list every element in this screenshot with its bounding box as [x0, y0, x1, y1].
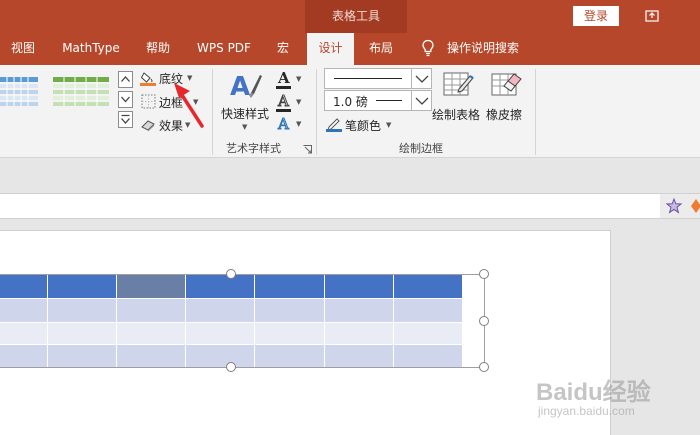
dropdown-divider [411, 91, 412, 110]
pen-color-button[interactable]: 笔颜色 ▼ [326, 115, 398, 135]
login-button[interactable]: 登录 [573, 6, 619, 26]
gallery-more-icon [121, 114, 130, 124]
dropdown-divider [411, 69, 412, 88]
annotation-arrow-icon [174, 83, 204, 128]
group-separator [535, 69, 536, 155]
ribbon: 底纹 ▼ 边框 ▼ 效果 ▼ A 快速样式 ▼ A ▼ A ▼ A ▼ 艺术字样… [0, 65, 700, 158]
selection-border [0, 274, 485, 368]
tab-view[interactable]: 视图 [0, 33, 46, 65]
pen-icon [326, 118, 342, 132]
text-effects-button[interactable]: A ▼ [276, 115, 306, 136]
watermark-url: jingyan.baidu.com [538, 404, 635, 418]
text-fill-icon: A [278, 69, 290, 87]
resize-handle-right[interactable] [479, 316, 489, 326]
right-tool-strip [660, 193, 700, 219]
tab-layout[interactable]: 布局 [359, 33, 403, 65]
ribbon-display-icon [645, 10, 659, 22]
tab-wps-pdf[interactable]: WPS PDF [188, 33, 260, 65]
text-outline-caret: ▼ [296, 98, 302, 106]
text-outline-button[interactable]: A ▼ [276, 92, 306, 114]
wordart-quick-styles-icon: A [230, 72, 262, 102]
draw-table-label: 绘制表格 [432, 108, 481, 122]
context-tab-group-label: 表格工具 [331, 9, 380, 23]
table-styles-gallery[interactable] [0, 73, 116, 131]
pen-weight-value: 1.0 磅 [333, 95, 368, 109]
effects-icon [141, 120, 155, 132]
watermark: Baidu经验 jingyan.baidu.com [530, 368, 700, 430]
pen-weight-dropdown[interactable]: 1.0 磅 [324, 90, 432, 111]
dialog-launcher-icon[interactable] [303, 145, 312, 154]
resize-handle-bottom[interactable] [226, 362, 236, 372]
pen-color-caret: ▼ [386, 121, 392, 129]
text-outline-color-bar [276, 109, 291, 112]
eraser-button[interactable]: 橡皮擦 [486, 69, 526, 122]
gallery-more-button[interactable] [118, 111, 133, 128]
wordart-styles-group-label: 艺术字样式 [226, 142, 281, 155]
text-fill-button[interactable]: A ▼ [276, 69, 306, 91]
tab-macro[interactable]: 宏 [268, 33, 298, 65]
gallery-scroll-down-button[interactable] [118, 91, 133, 108]
resize-handle-bottom-right[interactable] [479, 362, 489, 372]
draw-table-button[interactable]: 绘制表格 [432, 69, 484, 122]
table-style-thumbnails [0, 77, 109, 106]
resize-handle-top-right[interactable] [479, 269, 489, 279]
draw-table-icon [443, 72, 474, 96]
text-effects-caret: ▼ [296, 120, 302, 128]
draw-borders-group-label: 绘制边框 [399, 142, 443, 155]
quick-styles-label: 快速样式 [221, 107, 270, 121]
paint-bucket-icon [140, 72, 156, 86]
ribbon-gap-area [0, 158, 700, 193]
workspace-strip [0, 193, 660, 219]
resize-handle-top[interactable] [226, 269, 236, 279]
chevron-up-icon [121, 76, 130, 82]
pin-star-icon[interactable] [665, 197, 683, 215]
group-separator [212, 69, 213, 155]
title-bar: 表格工具 登录 视图 MathType 帮助 WPS PDF 宏 设计 布局 操… [0, 0, 700, 65]
quick-styles-button[interactable]: A 快速样式 ▼ [218, 69, 272, 139]
pen-style-dropdown[interactable] [324, 68, 432, 89]
context-tab-group: 表格工具 [305, 0, 407, 33]
text-outline-icon: A [278, 92, 290, 111]
quick-styles-caret: ▼ [242, 123, 248, 131]
chevron-down-icon [415, 97, 429, 105]
group-separator [316, 69, 317, 155]
lightbulb-icon [422, 39, 434, 57]
tab-help[interactable]: 帮助 [136, 33, 180, 65]
svg-text:A: A [230, 72, 250, 102]
pen-color-label: 笔颜色 [345, 119, 382, 133]
borders-icon [141, 94, 156, 109]
pen-weight-line [376, 100, 402, 101]
text-fill-color-bar [276, 86, 291, 89]
tell-me-search[interactable]: 操作说明搜索 [447, 33, 519, 63]
addin-icon[interactable] [690, 197, 700, 215]
tab-design[interactable]: 设计 [307, 33, 354, 65]
chevron-down-icon [121, 96, 130, 103]
eraser-label: 橡皮擦 [486, 108, 523, 122]
gallery-scroll-up-button[interactable] [118, 71, 133, 88]
tab-mathtype[interactable]: MathType [50, 33, 132, 65]
eraser-icon [491, 73, 522, 96]
pen-style-solid-line [334, 78, 402, 79]
text-effects-icon: A [278, 115, 290, 134]
ribbon-display-options-button[interactable] [642, 6, 662, 26]
watermark-brand: Baidu经验 [536, 379, 651, 406]
chevron-down-icon [415, 75, 429, 83]
text-fill-caret: ▼ [296, 75, 302, 83]
